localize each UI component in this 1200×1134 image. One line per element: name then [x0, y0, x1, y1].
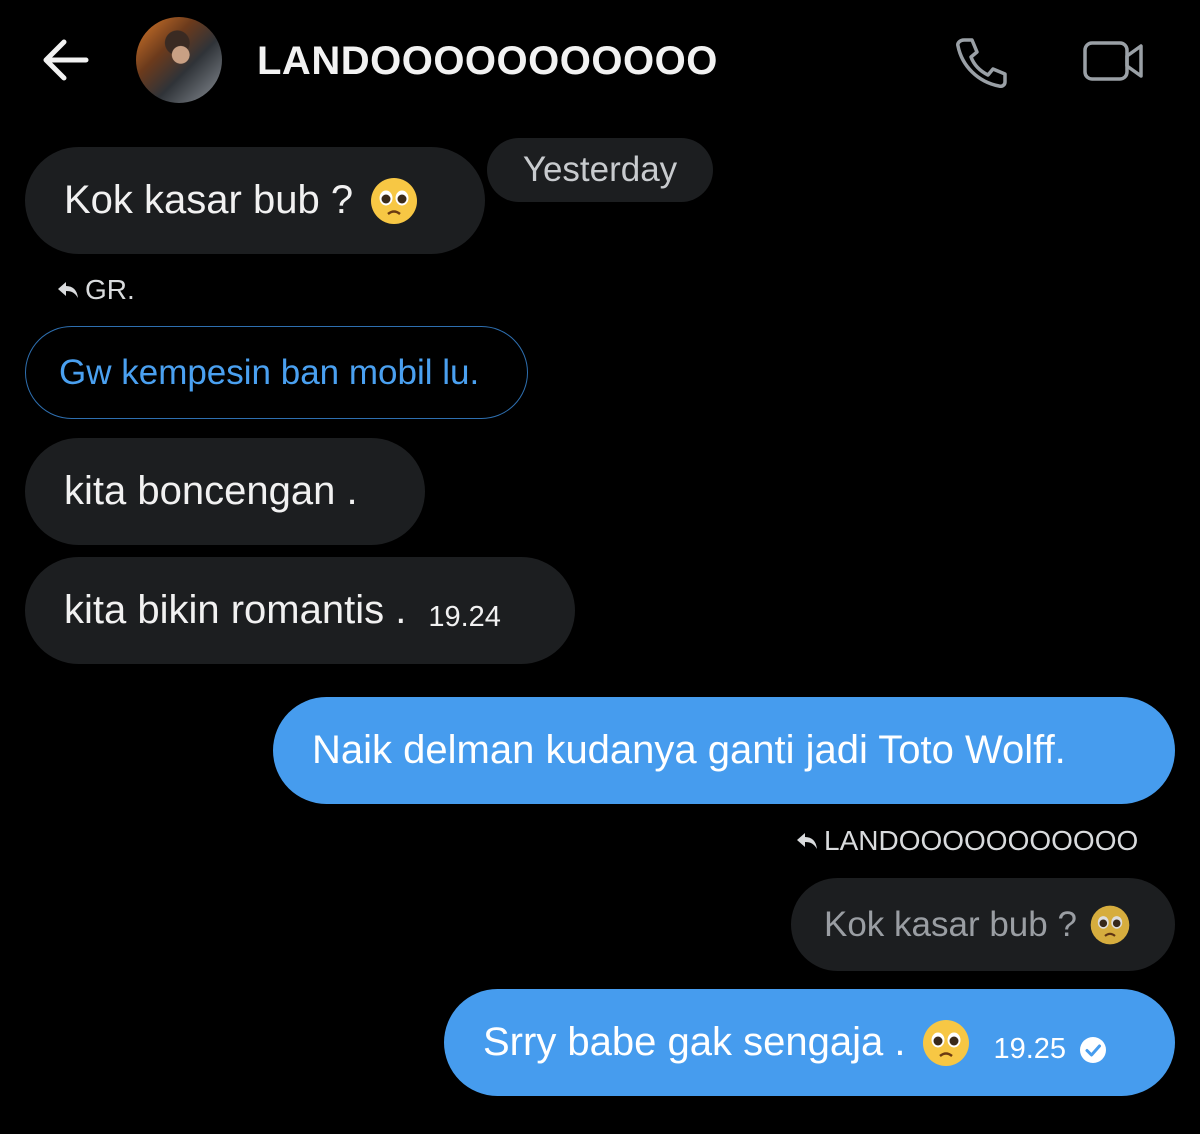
message-text: kita boncengan .: [64, 469, 358, 513]
message-text: Kok kasar bub ?: [64, 178, 354, 222]
quoted-message[interactable]: Gw kempesin ban mobil lu.: [25, 326, 528, 419]
pleading-face-emoji: [923, 1019, 970, 1066]
message-bubble-outgoing[interactable]: Naik delman kudanya ganti jadi Toto Wolf…: [273, 697, 1175, 804]
pleading-face-emoji: [371, 177, 418, 224]
reply-to-name: GR.: [85, 274, 135, 305]
message-text: Naik delman kudanya ganti jadi Toto Wolf…: [312, 728, 1066, 772]
arrow-left-icon: [43, 39, 89, 81]
contact-name[interactable]: LANDOOOOOOOOOOO: [257, 36, 718, 86]
message-text: Srry babe gak sengaja .: [483, 1020, 906, 1064]
reply-to-name: LANDOOOOOOOOOOO: [824, 825, 1139, 856]
reply-arrow-icon: [797, 833, 817, 849]
message-bubble-incoming[interactable]: kita bikin romantis . 19.24: [25, 557, 575, 664]
message-timestamp: 19.24: [428, 601, 501, 633]
video-camera-icon: [1083, 41, 1143, 81]
video-call-button[interactable]: [1080, 36, 1146, 86]
phone-icon: [956, 38, 1007, 88]
reply-indicator: GR.: [57, 272, 135, 308]
message-timestamp: 19.25: [993, 1033, 1067, 1065]
back-button[interactable]: [40, 36, 90, 84]
call-button[interactable]: [950, 34, 1012, 88]
message-bubble-incoming[interactable]: Kok kasar bub ?: [25, 147, 485, 254]
quoted-text: Kok kasar bub ?: [824, 904, 1077, 944]
message-bubble-incoming[interactable]: kita boncengan .: [25, 438, 425, 545]
avatar[interactable]: [136, 17, 222, 103]
message-bubble-outgoing[interactable]: Srry babe gak sengaja . 19.25: [444, 989, 1175, 1096]
reply-arrow-icon: [58, 282, 78, 298]
pleading-face-emoji: [1090, 905, 1130, 944]
reply-indicator: LANDOOOOOOOOOOO: [796, 823, 1138, 859]
quoted-message[interactable]: Kok kasar bub ?: [791, 878, 1175, 971]
sent-check-icon: [1080, 1036, 1107, 1063]
message-text: kita bikin romantis .: [64, 588, 407, 632]
date-separator: Yesterday: [487, 138, 713, 202]
